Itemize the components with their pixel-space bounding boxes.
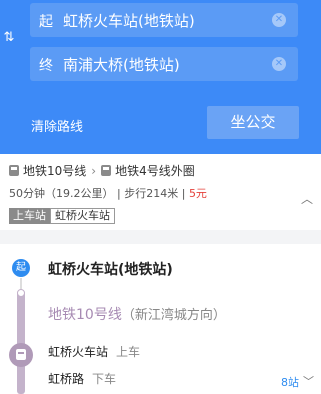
route-arrow-icon: ›	[91, 163, 97, 178]
separator: |	[181, 187, 186, 200]
train-icon	[101, 165, 112, 176]
boarding-station-tag: 上车站 虹桥火车站	[9, 208, 115, 224]
route-walk: 步行214米	[124, 187, 179, 200]
destination-tag: 终	[39, 58, 53, 74]
route-summary-card[interactable]: 地铁10号线 › 地铁4号线外圈 50分钟（19.2公里） | 步行214米 |…	[0, 154, 321, 230]
boarding-station-key: 上车站	[9, 208, 50, 224]
destination-field[interactable]: 终 南浦大桥(地铁站) ✕	[30, 47, 298, 81]
metro-train-icon	[9, 343, 33, 367]
clear-origin-icon[interactable]: ✕	[272, 13, 286, 27]
take-bus-button[interactable]: 坐公交	[207, 106, 299, 139]
expand-chevron-icon[interactable]: ﹀	[303, 373, 314, 389]
collapse-chevron-icon[interactable]: ︿	[301, 190, 313, 207]
search-header: ⇅ 起 虹桥火车站(地铁站) ✕ 终 南浦大桥(地铁站) ✕ 清除路线 坐公交	[0, 0, 321, 154]
start-marker-icon: 起	[12, 259, 30, 277]
boarding-stop-name: 虹桥火车站	[48, 345, 109, 359]
route-lines: 地铁10号线 › 地铁4号线外圈	[9, 162, 195, 179]
line-start-marker	[17, 289, 25, 297]
boarding-stop-action: 上车	[116, 345, 141, 359]
destination-value: 南浦大桥(地铁站)	[63, 56, 180, 74]
origin-tag: 起	[39, 14, 53, 30]
alighting-stop: 虹桥路 下车	[48, 370, 116, 387]
route-price: 5元	[188, 187, 207, 200]
clear-destination-icon[interactable]: ✕	[272, 57, 286, 71]
alighting-stop-action: 下车	[92, 372, 117, 386]
route-line-2: 地铁4号线外圈	[115, 164, 195, 178]
metro-line-direction: （新江湾城方向）	[121, 308, 226, 323]
route-distance: （19.2公里）	[45, 187, 114, 200]
boarding-stop: 虹桥火车站 上车	[48, 343, 140, 360]
origin-field[interactable]: 起 虹桥火车站(地铁站) ✕	[30, 3, 298, 37]
metro-line-title[interactable]: 地铁10号线（新江湾城方向）	[48, 304, 226, 324]
route-info: 50分钟（19.2公里） | 步行214米 | 5元	[9, 185, 207, 201]
clear-route-link[interactable]: 清除路线	[31, 116, 83, 135]
route-duration: 50分钟	[9, 187, 45, 200]
swap-icon[interactable]: ⇅	[0, 29, 18, 47]
train-icon	[9, 165, 19, 176]
alighting-stop-name: 虹桥路	[48, 372, 85, 386]
route-line-1: 地铁10号线	[23, 164, 87, 178]
metro-line-bar	[17, 290, 25, 394]
route-detail: 起 虹桥火车站(地铁站) 地铁10号线（新江湾城方向） 虹桥火车站 上车 虹桥路下…	[0, 244, 321, 394]
start-station-name: 虹桥火车站(地铁站)	[48, 262, 173, 278]
stop-count-toggle[interactable]: 8站	[281, 374, 299, 390]
separator: |	[117, 187, 121, 200]
origin-value: 虹桥火车站(地铁站)	[63, 12, 195, 30]
boarding-station-value: 虹桥火车站	[50, 208, 115, 224]
metro-line-name: 地铁10号线	[48, 307, 122, 323]
